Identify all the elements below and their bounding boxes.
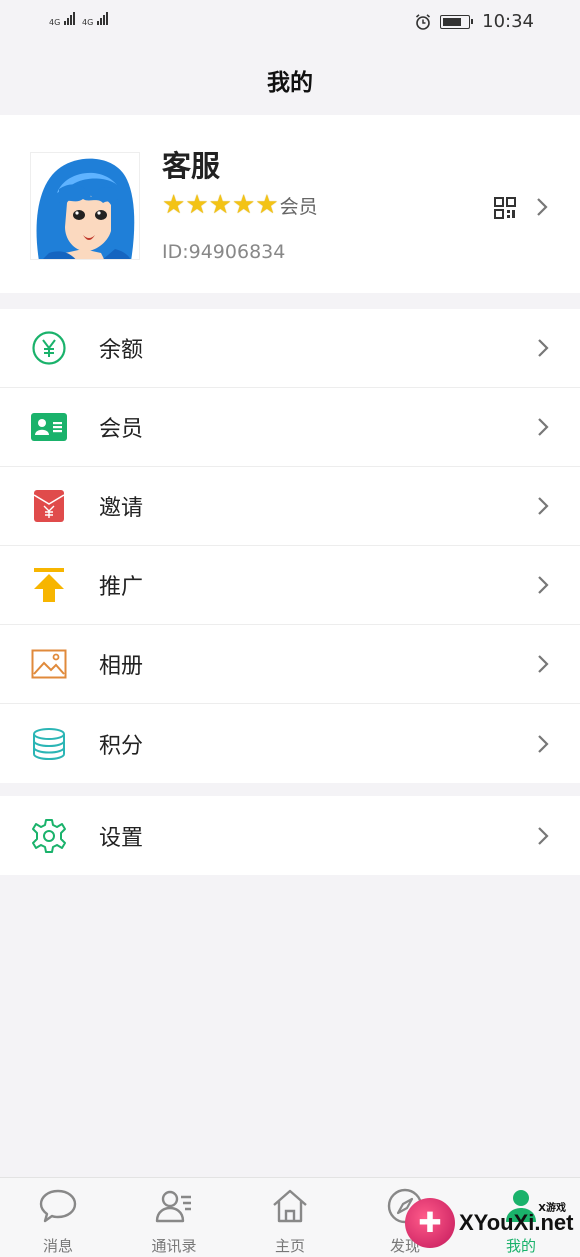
anime-avatar-image [31,153,139,259]
star-icon: ★ [185,190,209,220]
menu-item-invite[interactable]: 邀请 [0,467,580,546]
tab-label: 消息 [42,1237,73,1255]
avatar[interactable] [30,152,140,260]
chevron-right-icon [538,339,549,357]
chevron-right-icon [538,826,549,845]
chevron-right-icon [538,418,549,436]
menu-item-promote[interactable]: 推广 [0,546,580,625]
menu-label: 积分 [99,733,144,759]
tab-messages[interactable]: 消息 [8,1178,108,1257]
member-card-icon [30,408,68,446]
red-envelope-icon [30,487,68,525]
watermark-logo: ✚ [405,1197,455,1248]
menu-group-main: 余额 会员 邀请 推广 相册 积分 [0,309,580,783]
watermark: ✚ XYouXi.net X游戏 [405,1188,580,1257]
tab-home[interactable]: 主页 [240,1178,340,1257]
menu-label: 会员 [99,417,144,442]
network-type-label: 4G [49,18,61,27]
menu-item-points[interactable]: 积分 [0,704,580,783]
promote-arrow-icon [30,566,68,604]
status-right: 10:34 [414,11,534,32]
menu-label: 推广 [99,575,144,600]
album-icon [30,645,68,683]
tab-contacts[interactable]: 通讯录 [124,1178,224,1257]
signal-indicator-2: 4G [82,12,108,27]
user-id: ID:94906834 [162,241,286,263]
points-coins-icon [30,725,68,763]
menu-group-settings: 设置 [0,796,580,875]
clock: 10:34 [482,11,534,32]
qr-code-icon[interactable] [494,197,516,219]
star-icon: ★ [231,190,256,220]
menu-label: 设置 [99,825,144,851]
profile-card[interactable]: 客服 ★ ★ ★ ★ ★ 会员 ID:94906834 [0,115,580,293]
star-icon: ★ [255,190,279,220]
network-type-label: 4G [82,18,94,27]
menu-item-member[interactable]: 会员 [0,388,580,467]
star-icon: ★ [208,190,232,220]
chevron-right-icon [537,198,548,216]
member-tag: 会员 [279,195,318,218]
chevron-right-icon [538,655,549,673]
status-bar: 4G 4G 10:34 [0,0,580,45]
signal-bars-icon [96,12,108,25]
alarm-icon [416,13,431,30]
home-icon [273,1189,307,1223]
member-rating: ★ ★ ★ ★ ★ 会员 [162,191,318,219]
menu-label: 余额 [99,338,144,363]
star-icon: ★ [162,190,186,220]
battery-icon [440,14,474,29]
chat-bubble-icon [39,1189,77,1223]
nickname: 客服 [162,149,221,183]
menu-label: 相册 [99,654,144,679]
menu-item-album[interactable]: 相册 [0,625,580,704]
watermark-small-text: X游戏 [538,1203,566,1214]
page-title: 我的 [267,70,313,96]
title-bar: 我的 [0,45,580,115]
tab-label: 主页 [274,1237,305,1255]
chevron-right-icon [538,576,549,594]
yuan-icon [30,329,68,367]
contacts-icon [155,1190,191,1223]
tab-label: 通讯录 [151,1237,197,1255]
chevron-right-icon [538,497,549,515]
chevron-right-icon [538,734,549,753]
menu-item-balance[interactable]: 余额 [0,309,580,388]
gear-icon [30,817,68,855]
menu-item-settings[interactable]: 设置 [0,796,580,875]
menu-label: 邀请 [99,496,144,521]
signal-indicator-1: 4G [49,12,75,27]
signal-bars-icon [63,12,75,25]
